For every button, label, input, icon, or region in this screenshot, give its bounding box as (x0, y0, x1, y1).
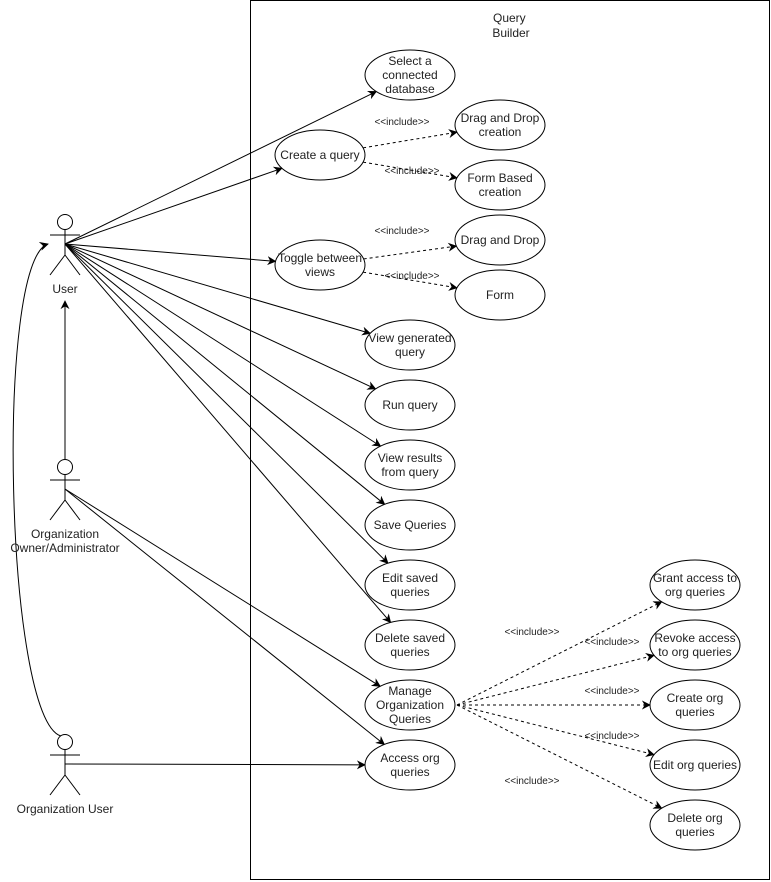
use-case-create-query[interactable]: Create a query (274, 129, 366, 181)
use-case-label: Run query (382, 398, 437, 412)
actor-label: Organization Owner/Administrator (10, 527, 119, 555)
use-case-form[interactable]: Form (454, 269, 546, 321)
use-case-save-queries[interactable]: Save Queries (364, 499, 456, 551)
include-label: <<include>> (384, 271, 439, 282)
use-case-delete-org[interactable]: Delete org queries (649, 799, 741, 851)
use-case-dnd-creation[interactable]: Drag and Drop creation (454, 99, 546, 151)
use-case-label: View results from query (378, 451, 442, 479)
use-case-delete-saved[interactable]: Delete saved queries (364, 619, 456, 671)
use-case-label: Create a query (280, 148, 359, 162)
stick-figure-icon (49, 734, 81, 796)
generalization-org_user-user (12, 242, 62, 737)
use-case-label: Revoke access to org queries (654, 631, 735, 659)
include-label: <<include>> (384, 166, 439, 177)
use-case-grant-access[interactable]: Grant access to org queries (649, 559, 741, 611)
actor-label: User (52, 282, 77, 296)
system-title: Query Builder (492, 11, 529, 40)
use-case-access-org[interactable]: Access org queries (364, 739, 456, 791)
actor-org-user[interactable]: Organization User (17, 734, 114, 817)
use-case-revoke-access[interactable]: Revoke access to org queries (649, 619, 741, 671)
use-case-label: Save Queries (374, 518, 447, 532)
include-label: <<include>> (504, 776, 559, 787)
include-label: <<include>> (584, 637, 639, 648)
use-case-run-query[interactable]: Run query (364, 379, 456, 431)
use-case-form-creation[interactable]: Form Based creation (454, 159, 546, 211)
use-case-label: Grant access to org queries (653, 571, 737, 599)
use-case-manage-org[interactable]: Manage Organization Queries (364, 679, 456, 731)
use-case-label: Select a connected database (382, 54, 437, 96)
use-case-diagram: Query Builder <<include>> <<include>> <<in… (10, 0, 770, 880)
use-case-label: Form (486, 288, 514, 302)
use-case-label: Edit org queries (653, 758, 737, 772)
include-label: <<include>> (374, 117, 429, 128)
include-label: <<include>> (584, 731, 639, 742)
include-label: <<include>> (584, 686, 639, 697)
use-case-edit-org[interactable]: Edit org queries (649, 739, 741, 791)
use-case-view-results[interactable]: View results from query (364, 439, 456, 491)
use-case-label: Edit saved queries (382, 571, 438, 599)
use-case-create-org[interactable]: Create org queries (649, 679, 741, 731)
actor-org-admin[interactable]: Organization Owner/Administrator (10, 459, 120, 556)
use-case-label: Drag and Drop (461, 233, 540, 247)
include-label: <<include>> (374, 226, 429, 237)
use-case-select-db[interactable]: Select a connected database (364, 49, 456, 101)
use-case-view-generated[interactable]: View generated query (364, 319, 456, 371)
use-case-label: Delete org queries (667, 811, 722, 839)
use-case-dnd[interactable]: Drag and Drop (454, 214, 546, 266)
use-case-edit-saved[interactable]: Edit saved queries (364, 559, 456, 611)
actor-label: Organization User (17, 802, 114, 816)
association-user-create_query (64, 166, 283, 245)
use-case-toggle-views[interactable]: Toggle between views (274, 239, 366, 291)
include-label: <<include>> (504, 627, 559, 638)
actor-user[interactable]: User (49, 214, 81, 297)
stick-figure-icon (49, 459, 81, 521)
